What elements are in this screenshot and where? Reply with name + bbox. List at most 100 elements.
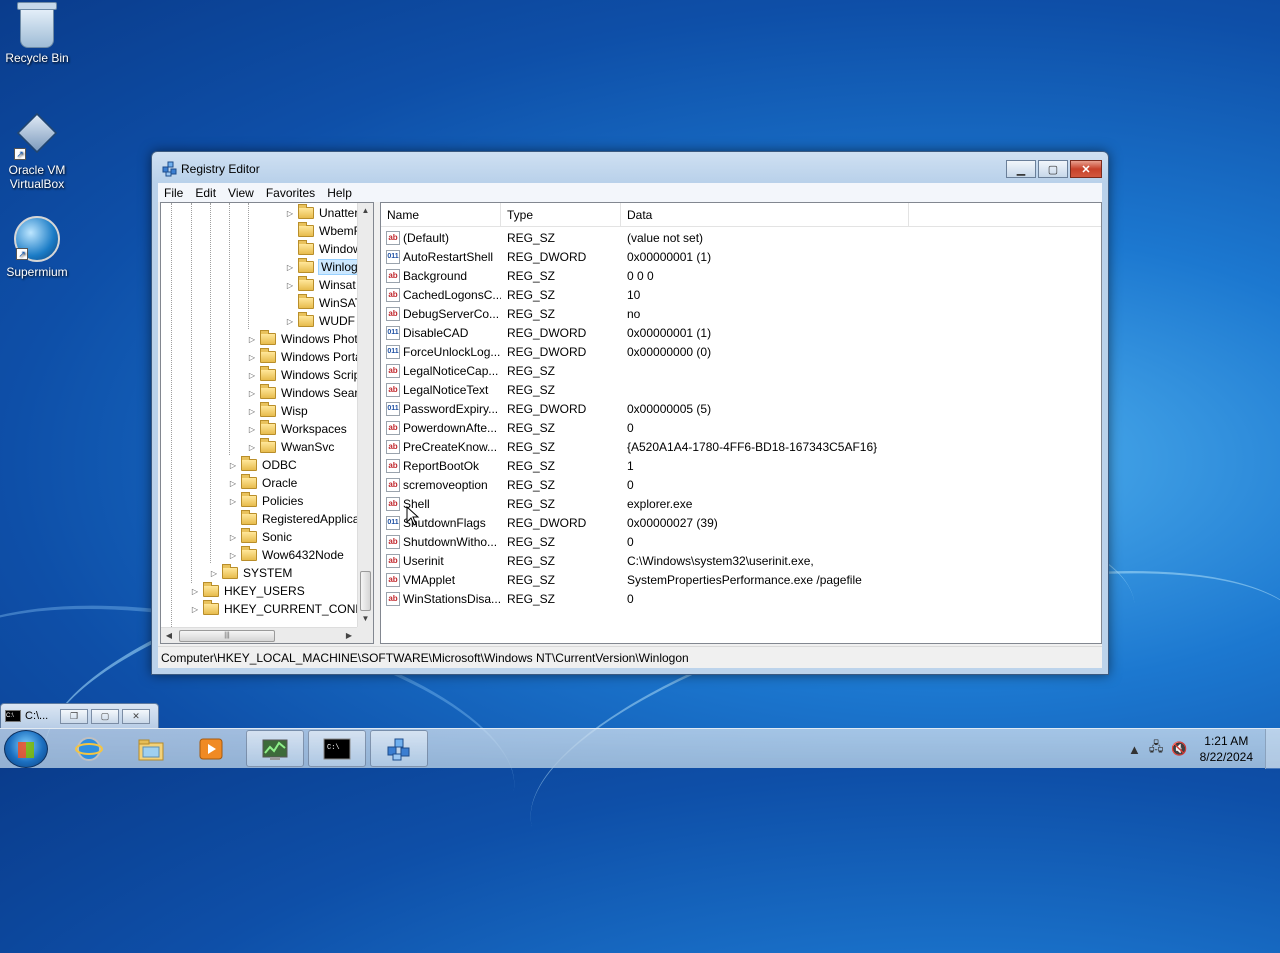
- taskbar-windows-explorer[interactable]: [122, 730, 180, 767]
- table-row[interactable]: ab scremoveoption REG_SZ 0: [381, 475, 911, 494]
- menu-help[interactable]: Help: [321, 186, 358, 200]
- close-button[interactable]: ✕: [1070, 160, 1102, 178]
- table-row[interactable]: 011 ShutdownFlags REG_DWORD 0x00000027 (39): [381, 513, 911, 532]
- expand-arrow-icon[interactable]: ▷: [285, 281, 295, 290]
- desktop-icon-supermium[interactable]: ↗ Supermium: [0, 216, 74, 279]
- tree-node[interactable]: ▷ WwanSvc: [247, 438, 334, 456]
- tree-horizontal-scrollbar[interactable]: ◀ ||| ▶: [161, 627, 357, 643]
- table-row[interactable]: ab ReportBootOk REG_SZ 1: [381, 456, 911, 475]
- table-row[interactable]: ab Shell REG_SZ explorer.exe: [381, 494, 911, 513]
- table-row[interactable]: ab Background REG_SZ 0 0 0: [381, 266, 911, 285]
- taskbar-media-player[interactable]: [182, 730, 240, 767]
- tree-node[interactable]: ▷ Oracle: [228, 474, 297, 492]
- tree-node[interactable]: ▷ Unatter: [285, 204, 357, 222]
- menu-file[interactable]: File: [158, 186, 189, 200]
- tree-node[interactable]: ▷ Windows Sear: [247, 384, 357, 402]
- maximize-button[interactable]: ▢: [1038, 160, 1068, 178]
- menu-favorites[interactable]: Favorites: [260, 186, 321, 200]
- table-row[interactable]: 011 DisableCAD REG_DWORD 0x00000001 (1): [381, 323, 911, 342]
- expand-arrow-icon[interactable]: ▷: [209, 569, 219, 578]
- table-row[interactable]: ab PowerdownAfte... REG_SZ 0: [381, 418, 911, 437]
- taskbar-system-monitor[interactable]: [246, 730, 304, 767]
- tree-vertical-scrollbar[interactable]: ▲ ▼: [357, 203, 373, 627]
- tree-node[interactable]: ▷ Workspaces: [247, 420, 347, 438]
- column-header-type[interactable]: Type: [501, 203, 621, 227]
- tree-node[interactable]: WinSAT: [285, 294, 357, 312]
- expand-arrow-icon[interactable]: ▷: [247, 425, 257, 434]
- scroll-right-arrow-icon[interactable]: ▶: [341, 628, 357, 644]
- table-row[interactable]: ab Userinit REG_SZ C:\Windows\system32\user…: [381, 551, 911, 570]
- tree-node[interactable]: ▷ SYSTEM: [209, 564, 292, 582]
- expand-arrow-icon[interactable]: ▷: [190, 605, 200, 614]
- maximize-button[interactable]: ▢: [91, 708, 119, 724]
- desktop-icon-recycle-bin[interactable]: Recycle Bin: [0, 2, 74, 65]
- tree-node[interactable]: ▷ Policies: [228, 492, 303, 510]
- title-bar[interactable]: Registry Editor ▁ ▢ ✕: [152, 152, 1108, 184]
- expand-arrow-icon[interactable]: ▷: [247, 335, 257, 344]
- tree-node[interactable]: ▷ Wow6432Node: [228, 546, 344, 564]
- tree-node[interactable]: RegisteredApplica: [228, 510, 357, 528]
- tree-node[interactable]: ▷ HKEY_USERS: [190, 582, 305, 600]
- expand-arrow-icon[interactable]: ▷: [228, 551, 238, 560]
- start-button[interactable]: [4, 730, 48, 768]
- scroll-thumb[interactable]: |||: [179, 630, 275, 642]
- expand-arrow-icon[interactable]: ▷: [228, 497, 238, 506]
- tree-node[interactable]: ▷ ODBC: [228, 456, 297, 474]
- volume-muted-icon[interactable]: 🔇: [1171, 741, 1187, 757]
- expand-arrow-icon[interactable]: ▷: [285, 263, 295, 272]
- show-desktop-button[interactable]: [1265, 729, 1280, 769]
- tree-node[interactable]: ▷ Windows Phot: [247, 330, 357, 348]
- expand-arrow-icon[interactable]: ▷: [247, 443, 257, 452]
- tree-node[interactable]: ▷ Winlog: [285, 258, 357, 276]
- expand-arrow-icon[interactable]: ▷: [285, 317, 295, 326]
- expand-arrow-icon[interactable]: ▷: [247, 389, 257, 398]
- expand-arrow-icon[interactable]: ▷: [247, 371, 257, 380]
- scroll-up-arrow-icon[interactable]: ▲: [358, 203, 373, 219]
- table-row[interactable]: ab ShutdownWitho... REG_SZ 0: [381, 532, 911, 551]
- expand-arrow-icon[interactable]: ▷: [228, 461, 238, 470]
- scroll-down-arrow-icon[interactable]: ▼: [358, 611, 373, 627]
- close-button[interactable]: ✕: [122, 708, 150, 724]
- tree-node[interactable]: ▷ Sonic: [228, 528, 292, 546]
- table-row[interactable]: 011 AutoRestartShell REG_DWORD 0x00000001 (…: [381, 247, 911, 266]
- menu-edit[interactable]: Edit: [189, 186, 222, 200]
- values-list[interactable]: Name Type Data ab (Default) REG_SZ (value n…: [380, 202, 1102, 644]
- tree-node[interactable]: ▷ Winsat: [285, 276, 356, 294]
- expand-arrow-icon[interactable]: ▷: [285, 209, 295, 218]
- taskbar-command-prompt[interactable]: C:\: [308, 730, 366, 767]
- table-row[interactable]: 011 PasswordExpiry... REG_DWORD 0x00000005 …: [381, 399, 911, 418]
- expand-arrow-icon[interactable]: ▷: [228, 479, 238, 488]
- menu-view[interactable]: View: [222, 186, 260, 200]
- table-row[interactable]: ab LegalNoticeCap... REG_SZ: [381, 361, 911, 380]
- table-row[interactable]: ab WinStationsDisa... REG_SZ 0: [381, 589, 911, 608]
- clock[interactable]: 1:21 AM 8/22/2024: [1200, 733, 1253, 765]
- expand-arrow-icon[interactable]: ▷: [247, 407, 257, 416]
- table-row[interactable]: ab (Default) REG_SZ (value not set): [381, 228, 911, 247]
- expand-arrow-icon[interactable]: ▷: [247, 353, 257, 362]
- expand-arrow-icon[interactable]: ▷: [228, 533, 238, 542]
- table-row[interactable]: ab PreCreateKnow... REG_SZ {A520A1A4-1780-4…: [381, 437, 911, 456]
- table-row[interactable]: ab DebugServerCo... REG_SZ no: [381, 304, 911, 323]
- tree-node[interactable]: ▷ WUDF: [285, 312, 355, 330]
- table-row[interactable]: ab VMApplet REG_SZ SystemPropertiesPerforma…: [381, 570, 911, 589]
- table-row[interactable]: ab LegalNoticeText REG_SZ: [381, 380, 911, 399]
- tree-node[interactable]: ▷ Windows Porta: [247, 348, 357, 366]
- column-header-data[interactable]: Data: [621, 203, 909, 227]
- minimize-button[interactable]: ▁: [1006, 160, 1036, 178]
- desktop-icon-virtualbox[interactable]: ↗ Oracle VM VirtualBox: [0, 110, 74, 191]
- table-row[interactable]: 011 ForceUnlockLog... REG_DWORD 0x00000000 …: [381, 342, 911, 361]
- registry-tree[interactable]: ▷ Unatter WbemF Window ▷ Winlog ▷ Winsat WinSAT ▷…: [160, 202, 374, 644]
- scroll-left-arrow-icon[interactable]: ◀: [161, 628, 177, 644]
- taskbar-registry-editor[interactable]: [370, 730, 428, 767]
- show-hidden-icons-chevron-icon[interactable]: ▲: [1128, 742, 1141, 757]
- column-header-name[interactable]: Name: [381, 203, 501, 227]
- scroll-thumb[interactable]: [360, 571, 371, 611]
- minimized-command-window[interactable]: C:\ C:\... ❐ ▢ ✕: [0, 703, 159, 729]
- tree-node[interactable]: ▷ HKEY_CURRENT_CONFIG: [190, 600, 357, 618]
- expand-arrow-icon[interactable]: ▷: [190, 587, 200, 596]
- tree-node[interactable]: Window: [285, 240, 357, 258]
- restore-button[interactable]: ❐: [60, 708, 88, 724]
- tree-node[interactable]: ▷ Windows Scrip: [247, 366, 357, 384]
- tree-node[interactable]: WbemF: [285, 222, 357, 240]
- taskbar-internet-explorer[interactable]: [60, 730, 118, 767]
